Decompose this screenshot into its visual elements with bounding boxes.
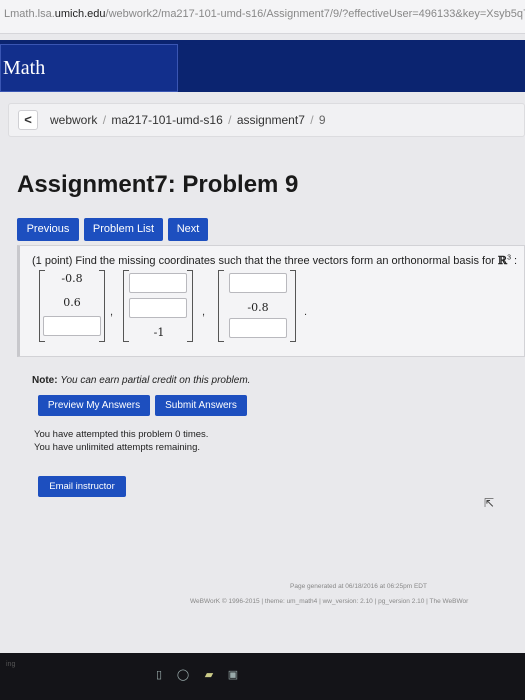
vector-2-entry-3: -1 [153, 326, 165, 339]
file-explorer-icon[interactable]: ▰ [202, 668, 216, 682]
back-button[interactable]: < [18, 110, 38, 130]
vector-separator: , [202, 306, 206, 318]
breadcrumb: < webwork / ma217-101-umd-s16 / assignme… [8, 103, 525, 137]
breadcrumb-item-course[interactable]: ma217-101-umd-s16 [111, 113, 222, 127]
vector-3: -0.8 [218, 270, 296, 342]
footer-credits: WeBWorK © 1996-2015 | theme: um_math4 | … [190, 598, 469, 605]
space-exponent: 3 [507, 254, 511, 262]
mouse-cursor-icon: ⇱ [484, 496, 495, 510]
previous-button[interactable]: Previous [17, 218, 79, 241]
vector-2-entry-1-input[interactable] [129, 273, 187, 293]
url-path: /webwork2/ma217-101-umd-s16/Assignment7/… [105, 8, 525, 20]
url-prefix: Lmath.lsa. [4, 8, 55, 20]
edge-browser-icon[interactable]: ◯ [176, 668, 190, 682]
attempts-info: You have attempted this problem 0 times.… [34, 428, 208, 454]
space-symbol: ℝ [497, 254, 508, 267]
vector-3-entry-2: -0.8 [247, 301, 269, 314]
breadcrumb-separator: / [228, 113, 232, 127]
vector-2: -1 [123, 270, 193, 342]
attempts-count: You have attempted this problem 0 times. [34, 429, 209, 440]
vector-1-entry-3-input[interactable] [43, 316, 101, 336]
vector-separator: , [110, 306, 114, 318]
attempts-remaining: You have unlimited attempts remaining. [34, 442, 200, 453]
breadcrumb-trail: webwork / ma217-101-umd-s16 / assignment… [50, 113, 326, 127]
submit-answers-button[interactable]: Submit Answers [155, 395, 247, 416]
logo-text: Math [3, 57, 46, 79]
problem-list-button[interactable]: Problem List [84, 218, 163, 241]
breadcrumb-item-webwork[interactable]: webwork [50, 113, 97, 127]
problem-text: Find the missing coordinates such that t… [75, 255, 495, 267]
vector-1-entry-1: -0.8 [61, 272, 83, 285]
windows-taskbar: ing ▯ ◯ ▰ ▣ [0, 653, 525, 700]
vector-1: -0.8 0.6 [39, 270, 105, 342]
problem-points: (1 point) [32, 255, 73, 267]
note-text: You can earn partial credit on this prob… [60, 375, 251, 386]
breadcrumb-item-assignment[interactable]: assignment7 [237, 113, 305, 127]
breadcrumb-separator: / [102, 113, 107, 127]
vector-3-entry-1-input[interactable] [229, 273, 287, 293]
site-logo[interactable]: Math [0, 44, 178, 92]
problem-body: (1 point) Find the missing coordinates s… [17, 245, 525, 357]
email-instructor-button[interactable]: Email instructor [38, 476, 126, 497]
task-view-icon[interactable]: ▯ [152, 668, 166, 682]
page-generated-note: Page generated at 06/18/2016 at 06:25pm … [290, 583, 427, 590]
partial-credit-note: Note: You can earn partial credit on thi… [32, 375, 250, 386]
page-title: Assignment7: Problem 9 [17, 171, 299, 198]
url-host: umich.edu [54, 8, 106, 20]
breadcrumb-separator: / [310, 113, 314, 127]
address-bar[interactable]: Lmath.lsa.umich.edu/webwork2/ma217-101-u… [0, 0, 525, 34]
taskbar-search[interactable]: ing [6, 661, 15, 668]
vector-2-entry-2-input[interactable] [129, 298, 187, 318]
next-button[interactable]: Next [168, 218, 208, 241]
breadcrumb-item-problem: 9 [318, 113, 326, 127]
vector-1-entry-2: 0.6 [63, 296, 81, 309]
note-label: Note: [32, 375, 58, 386]
problem-prompt: (1 point) Find the missing coordinates s… [32, 254, 518, 267]
vector-period: . [304, 306, 308, 318]
preview-answers-button[interactable]: Preview My Answers [38, 395, 150, 416]
vector-3-entry-3-input[interactable] [229, 318, 287, 338]
store-icon[interactable]: ▣ [226, 668, 240, 682]
